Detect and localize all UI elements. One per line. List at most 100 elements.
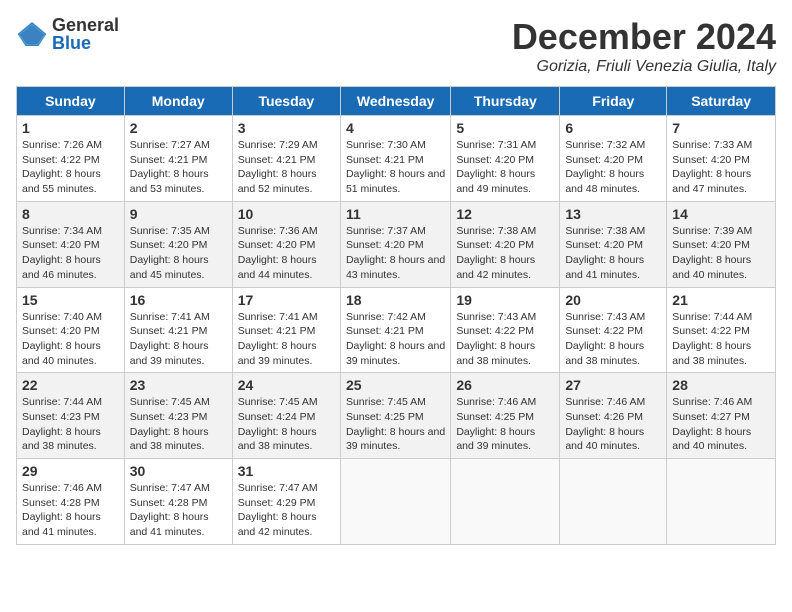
calendar-cell: 13 Sunrise: 7:38 AMSunset: 4:20 PMDayligh… bbox=[560, 201, 667, 287]
day-info: Sunrise: 7:41 AMSunset: 4:21 PMDaylight:… bbox=[238, 310, 335, 369]
day-number: 5 bbox=[456, 120, 554, 136]
calendar-cell: 23Sunrise: 7:45 AMSunset: 4:23 PMDayligh… bbox=[124, 373, 232, 459]
calendar-header: SundayMondayTuesdayWednesdayThursdayFrid… bbox=[17, 87, 776, 116]
day-number: 18 bbox=[346, 292, 445, 308]
logo-icon bbox=[16, 18, 48, 50]
day-info: Sunrise: 7:42 AMSunset: 4:21 PMDaylight:… bbox=[346, 310, 445, 369]
day-info: Sunrise: 7:31 AMSunset: 4:20 PMDaylight:… bbox=[456, 138, 554, 197]
day-info: Sunrise: 7:34 AMSunset: 4:20 PMDaylight:… bbox=[22, 224, 119, 283]
day-info: Sunrise: 7:46 AMSunset: 4:26 PMDaylight:… bbox=[565, 395, 661, 454]
day-number: 30 bbox=[130, 463, 227, 479]
calendar-cell bbox=[451, 459, 560, 545]
day-number: 28 bbox=[672, 377, 770, 393]
main-title: December 2024 bbox=[512, 16, 776, 58]
calendar-cell bbox=[560, 459, 667, 545]
calendar-cell: 2 Sunrise: 7:27 AMSunset: 4:21 PMDaylight… bbox=[124, 116, 232, 202]
subtitle: Gorizia, Friuli Venezia Giulia, Italy bbox=[512, 58, 776, 76]
day-number: 2 bbox=[130, 120, 227, 136]
day-number: 9 bbox=[130, 206, 227, 222]
calendar-cell: 22 Sunrise: 7:44 AMSunset: 4:23 PMDayligh… bbox=[17, 373, 125, 459]
calendar-cell: 8 Sunrise: 7:34 AMSunset: 4:20 PMDaylight… bbox=[17, 201, 125, 287]
week-row-5: 29Sunrise: 7:46 AMSunset: 4:28 PMDayligh… bbox=[17, 459, 776, 545]
day-info: Sunrise: 7:38 AMSunset: 4:20 PMDaylight:… bbox=[456, 224, 554, 283]
calendar-cell: 24 Sunrise: 7:45 AMSunset: 4:24 PMDayligh… bbox=[232, 373, 340, 459]
day-number: 17 bbox=[238, 292, 335, 308]
header: General Blue December 2024 Gorizia, Friu… bbox=[16, 16, 776, 76]
day-info: Sunrise: 7:41 AMSunset: 4:21 PMDaylight:… bbox=[130, 310, 227, 369]
calendar: SundayMondayTuesdayWednesdayThursdayFrid… bbox=[16, 86, 776, 545]
weekday-header-friday: Friday bbox=[560, 87, 667, 116]
weekday-header-monday: Monday bbox=[124, 87, 232, 116]
day-info: Sunrise: 7:46 AMSunset: 4:28 PMDaylight:… bbox=[22, 481, 119, 540]
day-number: 16 bbox=[130, 292, 227, 308]
day-number: 15 bbox=[22, 292, 119, 308]
day-info: Sunrise: 7:43 AMSunset: 4:22 PMDaylight:… bbox=[565, 310, 661, 369]
day-info: Sunrise: 7:36 AMSunset: 4:20 PMDaylight:… bbox=[238, 224, 335, 283]
day-number: 3 bbox=[238, 120, 335, 136]
calendar-cell: 27 Sunrise: 7:46 AMSunset: 4:26 PMDayligh… bbox=[560, 373, 667, 459]
title-section: December 2024 Gorizia, Friuli Venezia Gi… bbox=[512, 16, 776, 76]
day-info: Sunrise: 7:27 AMSunset: 4:21 PMDaylight:… bbox=[130, 138, 227, 197]
calendar-cell: 31Sunrise: 7:47 AMSunset: 4:29 PMDayligh… bbox=[232, 459, 340, 545]
day-info: Sunrise: 7:37 AMSunset: 4:20 PMDaylight:… bbox=[346, 224, 445, 283]
calendar-cell: 16 Sunrise: 7:41 AMSunset: 4:21 PMDayligh… bbox=[124, 287, 232, 373]
calendar-cell: 11 Sunrise: 7:37 AMSunset: 4:20 PMDayligh… bbox=[340, 201, 450, 287]
day-info: Sunrise: 7:43 AMSunset: 4:22 PMDaylight:… bbox=[456, 310, 554, 369]
calendar-cell: 14Sunrise: 7:39 AMSunset: 4:20 PMDayligh… bbox=[667, 201, 776, 287]
day-info: Sunrise: 7:45 AMSunset: 4:24 PMDaylight:… bbox=[238, 395, 335, 454]
calendar-cell: 10Sunrise: 7:36 AMSunset: 4:20 PMDayligh… bbox=[232, 201, 340, 287]
weekday-row: SundayMondayTuesdayWednesdayThursdayFrid… bbox=[17, 87, 776, 116]
calendar-cell: 5 Sunrise: 7:31 AMSunset: 4:20 PMDaylight… bbox=[451, 116, 560, 202]
calendar-cell: 30 Sunrise: 7:47 AMSunset: 4:28 PMDayligh… bbox=[124, 459, 232, 545]
day-info: Sunrise: 7:47 AMSunset: 4:28 PMDaylight:… bbox=[130, 481, 227, 540]
calendar-cell: 12 Sunrise: 7:38 AMSunset: 4:20 PMDayligh… bbox=[451, 201, 560, 287]
logo-general-text: General bbox=[52, 16, 119, 34]
day-number: 11 bbox=[346, 206, 445, 222]
day-number: 13 bbox=[565, 206, 661, 222]
day-info: Sunrise: 7:39 AMSunset: 4:20 PMDaylight:… bbox=[672, 224, 770, 283]
day-info: Sunrise: 7:29 AMSunset: 4:21 PMDaylight:… bbox=[238, 138, 335, 197]
week-row-3: 15 Sunrise: 7:40 AMSunset: 4:20 PMDayligh… bbox=[17, 287, 776, 373]
day-number: 20 bbox=[565, 292, 661, 308]
weekday-header-thursday: Thursday bbox=[451, 87, 560, 116]
day-number: 27 bbox=[565, 377, 661, 393]
day-info: Sunrise: 7:45 AMSunset: 4:25 PMDaylight:… bbox=[346, 395, 445, 454]
day-number: 22 bbox=[22, 377, 119, 393]
weekday-header-saturday: Saturday bbox=[667, 87, 776, 116]
calendar-cell: 20 Sunrise: 7:43 AMSunset: 4:22 PMDayligh… bbox=[560, 287, 667, 373]
weekday-header-tuesday: Tuesday bbox=[232, 87, 340, 116]
day-number: 21 bbox=[672, 292, 770, 308]
calendar-cell: 15 Sunrise: 7:40 AMSunset: 4:20 PMDayligh… bbox=[17, 287, 125, 373]
day-number: 19 bbox=[456, 292, 554, 308]
week-row-2: 8 Sunrise: 7:34 AMSunset: 4:20 PMDaylight… bbox=[17, 201, 776, 287]
day-number: 25 bbox=[346, 377, 445, 393]
calendar-cell bbox=[340, 459, 450, 545]
calendar-cell: 26 Sunrise: 7:46 AMSunset: 4:25 PMDayligh… bbox=[451, 373, 560, 459]
day-info: Sunrise: 7:30 AMSunset: 4:21 PMDaylight:… bbox=[346, 138, 445, 197]
calendar-body: 1Sunrise: 7:26 AMSunset: 4:22 PMDaylight… bbox=[17, 116, 776, 545]
day-info: Sunrise: 7:47 AMSunset: 4:29 PMDaylight:… bbox=[238, 481, 335, 540]
day-number: 7 bbox=[672, 120, 770, 136]
day-number: 4 bbox=[346, 120, 445, 136]
calendar-cell: 28 Sunrise: 7:46 AMSunset: 4:27 PMDayligh… bbox=[667, 373, 776, 459]
day-number: 12 bbox=[456, 206, 554, 222]
weekday-header-sunday: Sunday bbox=[17, 87, 125, 116]
calendar-cell: 6Sunrise: 7:32 AMSunset: 4:20 PMDaylight… bbox=[560, 116, 667, 202]
day-number: 26 bbox=[456, 377, 554, 393]
calendar-cell: 1Sunrise: 7:26 AMSunset: 4:22 PMDaylight… bbox=[17, 116, 125, 202]
calendar-cell: 18 Sunrise: 7:42 AMSunset: 4:21 PMDayligh… bbox=[340, 287, 450, 373]
calendar-cell: 29Sunrise: 7:46 AMSunset: 4:28 PMDayligh… bbox=[17, 459, 125, 545]
day-number: 24 bbox=[238, 377, 335, 393]
day-info: Sunrise: 7:44 AMSunset: 4:23 PMDaylight:… bbox=[22, 395, 119, 454]
day-info: Sunrise: 7:40 AMSunset: 4:20 PMDaylight:… bbox=[22, 310, 119, 369]
calendar-cell: 7Sunrise: 7:33 AMSunset: 4:20 PMDaylight… bbox=[667, 116, 776, 202]
day-info: Sunrise: 7:38 AMSunset: 4:20 PMDaylight:… bbox=[565, 224, 661, 283]
calendar-cell: 17 Sunrise: 7:41 AMSunset: 4:21 PMDayligh… bbox=[232, 287, 340, 373]
logo-text: General Blue bbox=[52, 16, 119, 52]
day-info: Sunrise: 7:46 AMSunset: 4:25 PMDaylight:… bbox=[456, 395, 554, 454]
week-row-1: 1Sunrise: 7:26 AMSunset: 4:22 PMDaylight… bbox=[17, 116, 776, 202]
day-number: 8 bbox=[22, 206, 119, 222]
day-info: Sunrise: 7:44 AMSunset: 4:22 PMDaylight:… bbox=[672, 310, 770, 369]
day-info: Sunrise: 7:26 AMSunset: 4:22 PMDaylight:… bbox=[22, 138, 119, 197]
day-info: Sunrise: 7:46 AMSunset: 4:27 PMDaylight:… bbox=[672, 395, 770, 454]
